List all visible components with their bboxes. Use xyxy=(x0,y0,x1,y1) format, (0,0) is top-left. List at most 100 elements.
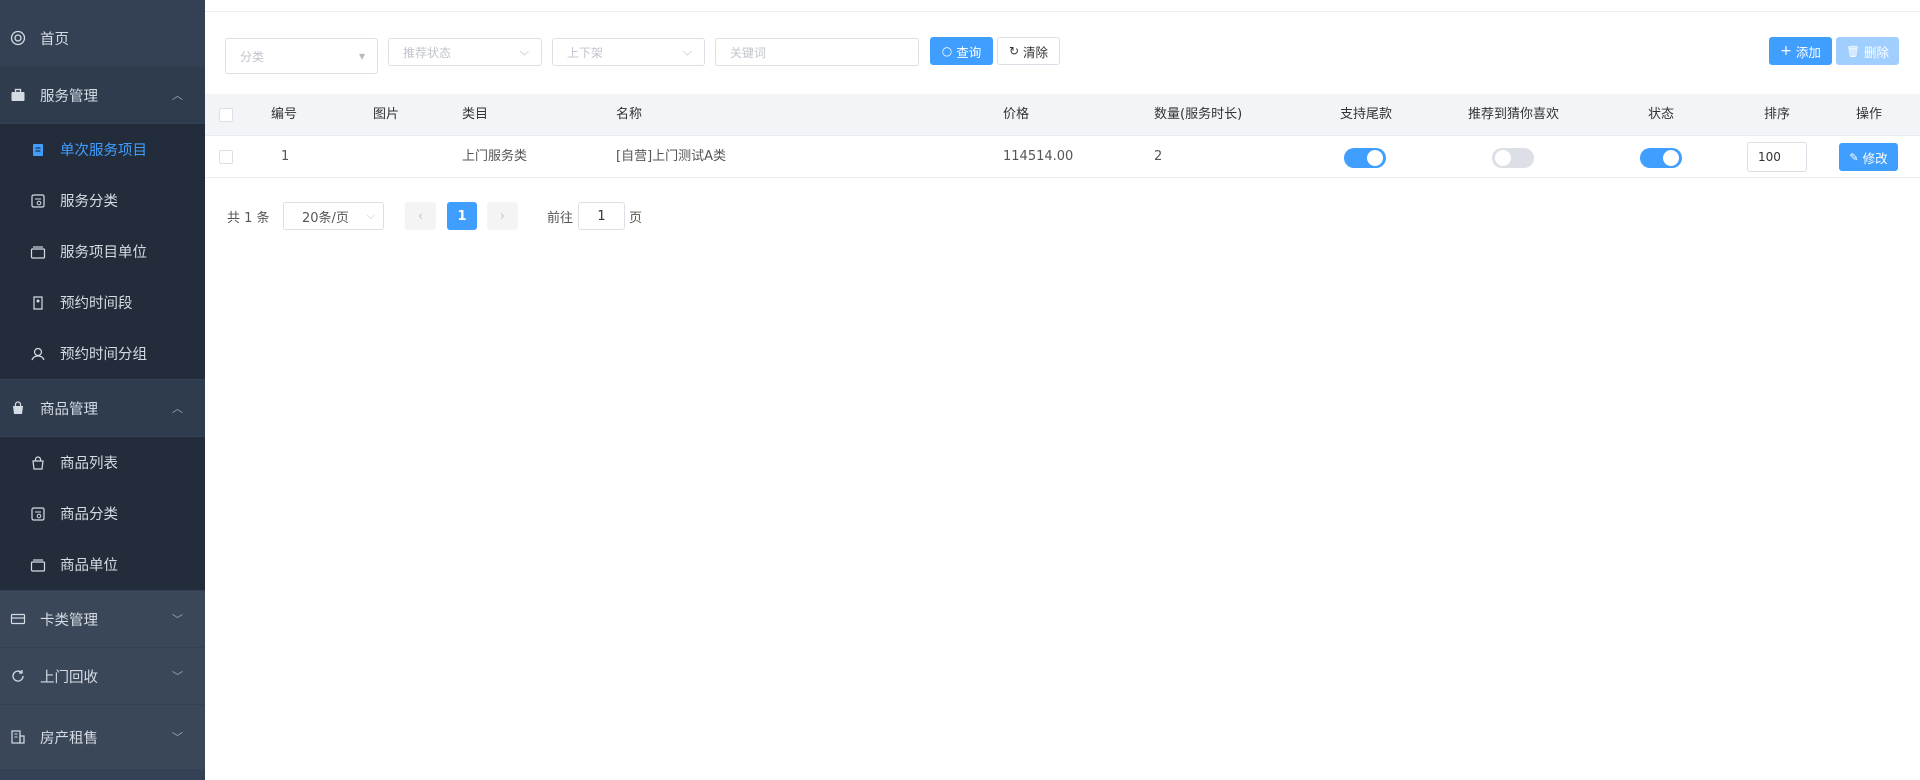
sidebar-group-label: 服务管理 xyxy=(40,88,98,105)
col-image: 图片 xyxy=(373,107,400,122)
sidebar-item-booking-slot[interactable]: 预约时间段 xyxy=(0,277,205,328)
cell-quantity: 2 xyxy=(1154,149,1163,164)
clear-button-label: 清除 xyxy=(1023,44,1049,60)
add-button-label: 添加 xyxy=(1795,44,1821,60)
select-all-checkbox[interactable] xyxy=(219,108,233,122)
goto-page-input[interactable]: 1 xyxy=(578,202,625,230)
col-id: 编号 xyxy=(271,107,298,122)
trash-icon: 🗑 xyxy=(1846,44,1860,58)
recommend-toggle[interactable] xyxy=(1492,148,1534,168)
chevron-down-icon: ⌵ xyxy=(519,44,529,59)
chevron-down-icon: ﹀ xyxy=(172,670,183,683)
col-tail-payment: 支持尾款 xyxy=(1340,107,1393,122)
sidebar-item-goods-list[interactable]: 商品列表 xyxy=(0,437,205,488)
sidebar-item-booking-group[interactable]: 预约时间分组 xyxy=(0,328,205,379)
sidebar-group-property[interactable]: 房产租售 ﹀ xyxy=(0,705,205,769)
chevron-down-icon: ﹀ xyxy=(172,731,183,744)
sidebar-item-label: 商品列表 xyxy=(60,456,118,472)
group-icon xyxy=(30,346,46,362)
stack-icon xyxy=(30,244,46,260)
building-icon xyxy=(10,729,26,745)
add-button[interactable]: + 添加 xyxy=(1769,37,1832,65)
cell-name: [自营]上门测试A类 xyxy=(616,149,727,164)
bag-icon xyxy=(30,455,46,471)
cell-id: 1 xyxy=(281,149,290,164)
chevron-down-icon: ⌵ xyxy=(682,44,692,59)
cell-price: 114514.00 xyxy=(1003,149,1074,164)
sidebar-item-single-service[interactable]: 单次服务项目 xyxy=(0,124,205,175)
category-select-placeholder: 分类 xyxy=(240,49,265,64)
caret-down-icon: ▾ xyxy=(358,49,365,63)
sidebar-group-label: 房产租售 xyxy=(40,730,98,747)
sidebar-item-label: 单次服务项目 xyxy=(60,143,147,159)
recommend-status-select[interactable]: 推荐状态 ⌵ xyxy=(388,38,542,66)
shopping-bag-icon xyxy=(10,400,26,416)
card-icon xyxy=(10,611,26,627)
chevron-left-icon: ‹ xyxy=(417,208,424,224)
category-select[interactable]: 分类 ▾ xyxy=(225,38,378,74)
table-row[interactable]: 1 上门服务类 [自营]上门测试A类 114514.00 2 100 ✎ 修改 xyxy=(205,136,1920,178)
sidebar-item-service-unit[interactable]: 服务项目单位 xyxy=(0,226,205,277)
category-icon xyxy=(30,506,46,522)
clipboard-icon xyxy=(30,142,46,158)
category-icon xyxy=(30,193,46,209)
tag-icon xyxy=(30,295,46,311)
shelf-select-placeholder: 上下架 xyxy=(567,45,604,60)
edit-button-label: 修改 xyxy=(1862,150,1888,166)
col-status: 状态 xyxy=(1648,107,1675,122)
edit-button[interactable]: ✎ 修改 xyxy=(1839,143,1898,171)
col-operation: 操作 xyxy=(1856,107,1883,122)
sidebar-item-label: 预约时间分组 xyxy=(60,347,147,363)
col-quantity: 数量(服务时长) xyxy=(1154,107,1243,122)
sidebar-group-card[interactable]: 卡类管理 ﹀ xyxy=(0,591,205,647)
refresh-icon: ↻ xyxy=(1008,44,1020,58)
delete-button[interactable]: 🗑 删除 xyxy=(1836,37,1899,65)
chevron-up-icon: ︿ xyxy=(172,402,183,415)
sidebar-group-label: 卡类管理 xyxy=(40,612,98,629)
col-price: 价格 xyxy=(1003,107,1030,122)
sidebar-item-goods-category[interactable]: 商品分类 xyxy=(0,488,205,539)
chevron-down-icon: ﹀ xyxy=(172,613,183,626)
sidebar-item-goods-unit[interactable]: 商品单位 xyxy=(0,539,205,590)
sidebar-item-label: 商品分类 xyxy=(60,507,118,523)
prev-page-button[interactable]: ‹ xyxy=(405,202,436,230)
sidebar-item-service-category[interactable]: 服务分类 xyxy=(0,175,205,226)
sidebar-item-home[interactable]: 首页 xyxy=(0,10,205,66)
sidebar-item-label: 预约时间段 xyxy=(60,296,133,312)
edit-icon: ✎ xyxy=(1849,150,1859,164)
pagination-total: 共 1 条 xyxy=(227,210,270,226)
stack-icon xyxy=(30,557,46,573)
col-category: 类目 xyxy=(462,107,489,122)
sidebar-group-label: 商品管理 xyxy=(40,401,98,418)
plus-icon: + xyxy=(1780,43,1792,59)
sidebar-group-goods[interactable]: 商品管理 ︿ xyxy=(0,380,205,436)
sidebar-group-label: 上门回收 xyxy=(40,669,98,686)
tail-payment-toggle[interactable] xyxy=(1344,148,1386,168)
sort-input[interactable]: 100 xyxy=(1747,142,1807,172)
goto-suffix: 页 xyxy=(629,210,643,226)
table-header: 编号 图片 类目 名称 价格 数量(服务时长) 支持尾款 推荐到猜你喜欢 状态 … xyxy=(205,94,1920,136)
sidebar-item-label: 首页 xyxy=(40,31,69,48)
page-number-active[interactable]: 1 xyxy=(447,202,477,230)
cell-category: 上门服务类 xyxy=(462,149,528,164)
query-button-label: 查询 xyxy=(956,44,982,60)
page-size-value: 20条/页 xyxy=(302,210,349,226)
goto-prefix: 前往 xyxy=(547,210,574,226)
sidebar-item-label: 服务项目单位 xyxy=(60,245,147,261)
query-button[interactable]: ○ 查询 xyxy=(930,37,993,65)
status-toggle[interactable] xyxy=(1640,148,1682,168)
row-checkbox[interactable] xyxy=(219,150,233,164)
chevron-right-icon: › xyxy=(499,208,506,224)
sidebar-group-recycle[interactable]: 上门回收 ﹀ xyxy=(0,648,205,704)
col-recommend: 推荐到猜你喜欢 xyxy=(1468,107,1560,122)
clear-button[interactable]: ↻ 清除 xyxy=(997,37,1060,65)
chevron-up-icon: ︿ xyxy=(172,89,183,102)
briefcase-icon xyxy=(10,87,26,103)
next-page-button[interactable]: › xyxy=(487,202,518,230)
recommend-select-placeholder: 推荐状态 xyxy=(403,45,452,60)
delete-button-label: 删除 xyxy=(1863,44,1889,60)
page-size-select[interactable]: 20条/页 ⌵ xyxy=(283,202,384,230)
sidebar-group-service[interactable]: 服务管理 ︿ xyxy=(0,67,205,123)
shelf-status-select[interactable]: 上下架 ⌵ xyxy=(552,38,705,66)
keyword-input[interactable]: 关键词 xyxy=(715,38,919,66)
